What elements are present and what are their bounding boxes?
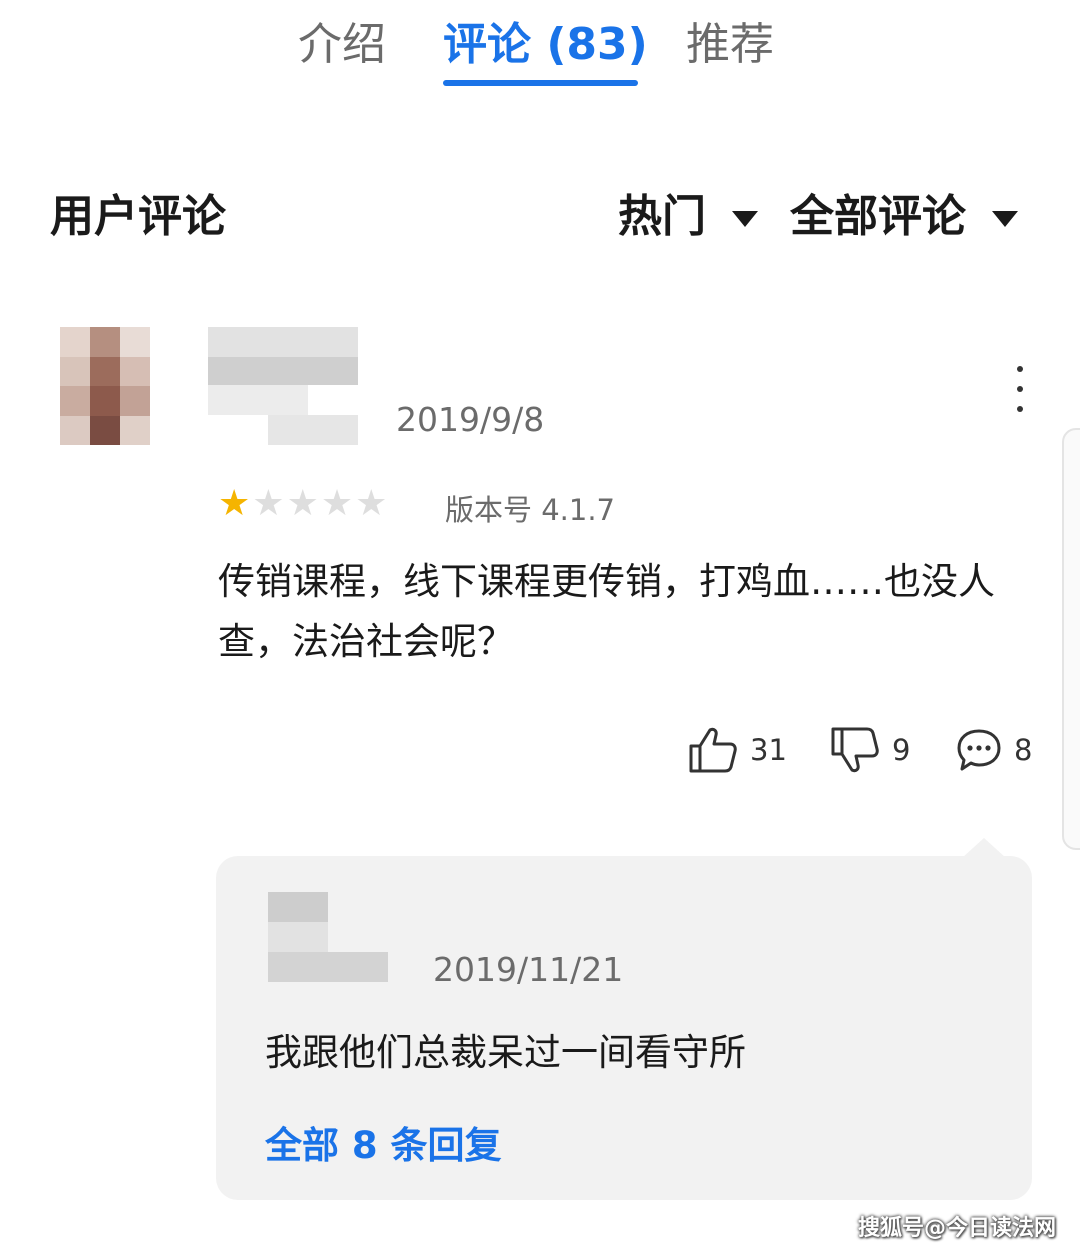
caret-down-icon [732, 211, 758, 227]
star-empty-icon: ★ [320, 483, 356, 524]
reply-text: 我跟他们总裁呆过一间看守所 [265, 1031, 746, 1074]
thumbs-down-icon [831, 727, 879, 773]
reply-date: 2019/11/21 [433, 950, 624, 989]
star-empty-icon: ★ [355, 483, 390, 524]
star-filled-icon: ★ [218, 483, 253, 524]
thumbs-up-icon [689, 727, 737, 773]
section-title: 用户评论 [50, 191, 226, 242]
scope-label: 全部评论 [790, 191, 966, 242]
tab-bar: 介绍 评论 (83) 推荐 [0, 0, 1080, 100]
tab-recommend[interactable]: 推荐 [686, 8, 774, 72]
sort-label: 热门 [618, 191, 706, 242]
reply-author-blurred [268, 892, 388, 982]
tab-intro[interactable]: 介绍 [298, 8, 386, 72]
like-count: 31 [750, 733, 787, 767]
review-text: 传销课程，线下课程更传销，打鸡血……也没人查，法治社会呢？ [218, 560, 995, 663]
review-date: 2019/9/8 [396, 400, 545, 439]
active-tab-indicator [443, 80, 638, 86]
sort-dropdown[interactable]: 热门 [618, 180, 758, 244]
more-vertical-icon[interactable] [1008, 364, 1032, 414]
app-version: 版本号 4.1.7 [445, 493, 616, 527]
like-button[interactable]: 31 [688, 722, 787, 778]
avatar[interactable] [60, 327, 150, 445]
dislike-count: 9 [892, 733, 911, 767]
dislike-button[interactable]: 9 [830, 722, 910, 778]
tab-reviews[interactable]: 评论 (83) [443, 8, 648, 72]
side-handle[interactable] [1062, 428, 1080, 850]
star-rating: ★★★★★ [218, 484, 389, 524]
author-name-blurred [208, 327, 358, 445]
speech-bubble-icon [957, 729, 1001, 771]
reply-box-pointer [962, 838, 1006, 858]
all-replies-link[interactable]: 全部 8 条回复 [265, 1115, 502, 1169]
star-empty-icon: ★ [286, 483, 321, 524]
comment-button[interactable]: 8 [956, 722, 1032, 778]
star-empty-icon: ★ [252, 483, 287, 524]
scope-dropdown[interactable]: 全部评论 [790, 180, 1018, 244]
caret-down-icon [992, 211, 1018, 227]
comment-count: 8 [1014, 733, 1033, 767]
watermark: 搜狐号@今日读法网 [858, 1216, 1057, 1241]
